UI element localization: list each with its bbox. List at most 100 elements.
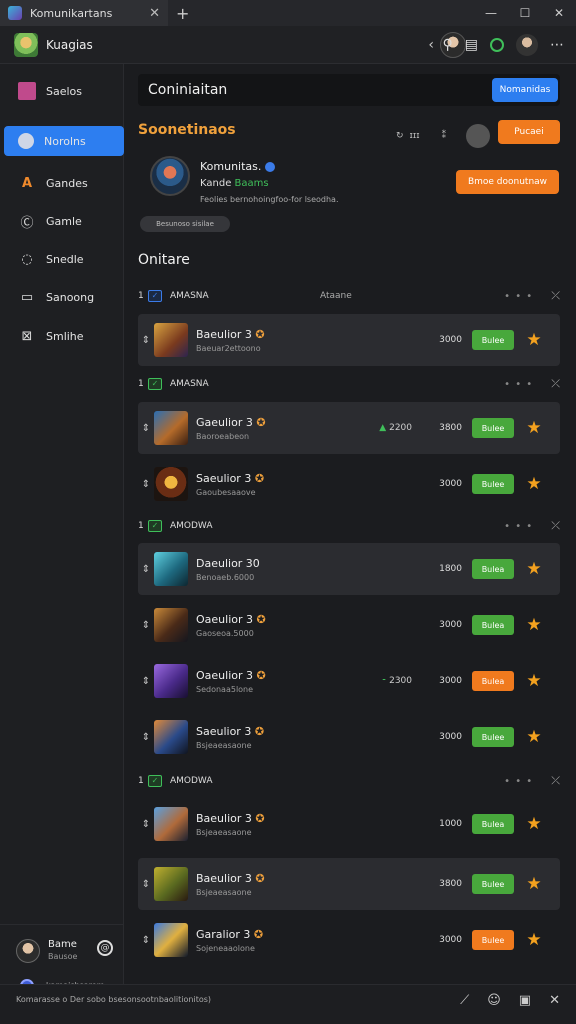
expand-icon[interactable]: ⇕ xyxy=(138,423,154,434)
group-checkbox[interactable]: ✓ xyxy=(148,378,162,390)
expand-icon[interactable]: ⇕ xyxy=(138,819,154,830)
group-header[interactable]: 1 ✓ AMODWA • • • ⤫ xyxy=(138,518,560,534)
sidebar-item-saelos[interactable]: Saelos xyxy=(4,76,124,106)
expand-icon[interactable]: ⇕ xyxy=(138,879,154,890)
search-icon[interactable]: ⚲ xyxy=(443,37,453,53)
list-item[interactable]: ⇕ Garalior 3 ✪ Sojeneaaolone 3000 Bulee … xyxy=(138,914,560,966)
gear-icon[interactable] xyxy=(466,124,491,148)
star-icon[interactable]: ★ xyxy=(524,930,544,950)
item-action-button[interactable]: Bulee xyxy=(472,418,514,438)
server-avatar[interactable] xyxy=(14,32,38,57)
expand-icon[interactable]: ⇕ xyxy=(138,676,154,687)
avatar[interactable] xyxy=(16,939,40,963)
collapse-icon[interactable]: ⤫ xyxy=(551,519,560,533)
list-item[interactable]: ⇕ Baeulior 3 ✪ Baeuar2ettoono 3000 Bulee… xyxy=(138,314,560,366)
pin-icon[interactable]: ⟋ xyxy=(460,993,469,1008)
item-action-button[interactable]: Bulea xyxy=(472,671,514,691)
group-checkbox[interactable]: ✓ xyxy=(148,775,162,787)
community-name: Komunitas. xyxy=(200,160,276,173)
more-icon[interactable]: ⋯ xyxy=(550,37,564,53)
item-text: Baeulior 3 ✪ Bsjeaeasaone xyxy=(196,872,296,897)
sidebar-item-smlihe[interactable]: ⊠ Smlihe xyxy=(4,321,124,351)
list-item[interactable]: ⇕ Baeulior 3 ✪ Bsjeaeasaone 3800 Bulee ★ xyxy=(138,858,560,910)
star-icon[interactable]: ★ xyxy=(524,671,544,691)
expand-icon[interactable]: ⇕ xyxy=(138,335,154,346)
group-header[interactable]: 1 ✓ AMASNA • • • ⤫ xyxy=(138,376,560,392)
item-action-button[interactable]: Bulee xyxy=(472,330,514,350)
list-item[interactable]: ⇕ Saeulior 3 ✪ Bsjeaeasaone 3000 Bulee ★ xyxy=(138,711,560,763)
collapse-icon[interactable]: ⤫ xyxy=(551,377,560,391)
list-item[interactable]: ⇕ Daeulior 30 Benoaeb.6000 1800 Bulea ★ xyxy=(138,543,560,595)
item-value: 3000 xyxy=(439,676,462,686)
more-icon[interactable]: • • • xyxy=(504,521,533,532)
group-header[interactable]: 1 ✓ AMASNA Ataane • • • ⤫ xyxy=(138,288,560,304)
star-icon[interactable]: ★ xyxy=(524,874,544,894)
item-action-button[interactable]: Bulea xyxy=(472,559,514,579)
expand-icon[interactable]: ⇕ xyxy=(138,935,154,946)
star-icon[interactable]: ★ xyxy=(524,330,544,350)
user-avatar[interactable] xyxy=(516,34,538,56)
more-icon[interactable]: • • • xyxy=(504,776,533,787)
cross-icon[interactable]: ✕ xyxy=(549,993,560,1008)
search-input[interactable]: Coniniaitan xyxy=(148,82,227,98)
list-item[interactable]: ⇕ Baeulior 3 ✪ Bsjeaeasaone 1000 Bulea ★ xyxy=(138,798,560,850)
list-item[interactable]: ⇕ Saeulior 3 ✪ Gaoubesaaove 3000 Bulee ★ xyxy=(138,458,560,510)
maximize-button[interactable]: ☐ xyxy=(508,6,542,20)
close-window-button[interactable]: ✕ xyxy=(542,6,576,20)
item-action-button[interactable]: Bulea xyxy=(472,814,514,834)
expand-icon[interactable]: ⇕ xyxy=(138,620,154,631)
item-action-button[interactable]: Bulee xyxy=(472,874,514,894)
more-icon[interactable]: • • • xyxy=(504,379,533,390)
item-name: Baeulior 3 ✪ xyxy=(196,812,296,825)
browser-tab[interactable]: Komunikartans ✕ xyxy=(0,0,168,26)
chevron-left-icon[interactable]: ‹ xyxy=(428,37,434,53)
pucaei-button[interactable]: Pucaei xyxy=(498,120,560,144)
expand-icon[interactable]: ⇕ xyxy=(138,564,154,575)
list-item[interactable]: ⇕ Oaeulior 3 ✪ Sedonaa5lone ⁃ 2300 3000 … xyxy=(138,655,560,707)
group-checkbox[interactable]: ✓ xyxy=(148,520,162,532)
tag-chip[interactable]: Besunoso sisilae xyxy=(140,216,230,232)
join-button[interactable]: Bmoe doonutnaw xyxy=(456,170,559,194)
minimize-button[interactable]: — xyxy=(474,6,508,20)
new-tab-button[interactable]: + xyxy=(176,4,189,23)
inbox-icon[interactable]: ▤ xyxy=(465,37,478,53)
tool-a[interactable]: ɪɪɪ xyxy=(410,131,420,141)
sidebar-item-norolns[interactable]: Norolns xyxy=(4,126,124,156)
sidebar-item-sanoong[interactable]: ▭ Sanoong xyxy=(4,282,124,312)
item-action-button[interactable]: Bulee xyxy=(472,474,514,494)
item-action-button[interactable]: Bulee xyxy=(472,727,514,747)
community-avatar[interactable] xyxy=(150,156,190,196)
close-tab-icon[interactable]: ✕ xyxy=(149,6,160,21)
collapse-icon[interactable]: ⤫ xyxy=(551,774,560,788)
group-count: 1 xyxy=(138,521,144,531)
list-item[interactable]: ⇕ Oaeulior 3 ✪ Gaoseoa.5000 3000 Bulea ★ xyxy=(138,599,560,651)
sidebar-item-gamle[interactable]: Ⓒ Gamle xyxy=(4,206,124,236)
search-button[interactable]: Nomanidas xyxy=(492,78,558,102)
item-action-button[interactable]: Bulee xyxy=(472,930,514,950)
sidebar-item-snedle[interactable]: ◌ Snedle xyxy=(4,244,124,274)
search-bar[interactable]: Coniniaitan Nomanidas xyxy=(138,74,560,106)
tool-b[interactable]: ⁑ xyxy=(442,131,447,141)
screen-icon[interactable]: ▣ xyxy=(519,993,531,1008)
more-icon[interactable]: • • • xyxy=(504,291,533,302)
sidebar-item-gandes[interactable]: A Gandes xyxy=(4,168,124,198)
star-icon[interactable]: ★ xyxy=(524,814,544,834)
expand-icon[interactable]: ⇕ xyxy=(138,479,154,490)
refresh-icon[interactable]: ↻ xyxy=(396,131,404,141)
star-icon[interactable]: ★ xyxy=(524,418,544,438)
star-icon[interactable]: ★ xyxy=(524,474,544,494)
emoji-icon[interactable]: ☺ xyxy=(487,993,501,1008)
star-icon[interactable]: ★ xyxy=(524,559,544,579)
collapse-icon[interactable]: ⤫ xyxy=(551,289,560,303)
star-icon[interactable]: ★ xyxy=(524,727,544,747)
item-stat-value: 2200 xyxy=(389,423,412,433)
group-checkbox[interactable]: ✓ xyxy=(148,290,162,302)
item-action-button[interactable]: Bulea xyxy=(472,615,514,635)
star-icon[interactable]: ★ xyxy=(524,615,544,635)
at-icon[interactable]: @ xyxy=(97,940,113,956)
group-header[interactable]: 1 ✓ AMODWA • • • ⤫ xyxy=(138,773,560,789)
expand-icon[interactable]: ⇕ xyxy=(138,732,154,743)
list-item[interactable]: ⇕ Gaeulior 3 ✪ Baoroeabeon ▲ 2200 3800 B… xyxy=(138,402,560,454)
status-icon[interactable] xyxy=(490,38,504,52)
item-text: Daeulior 30 Benoaeb.6000 xyxy=(196,557,296,582)
